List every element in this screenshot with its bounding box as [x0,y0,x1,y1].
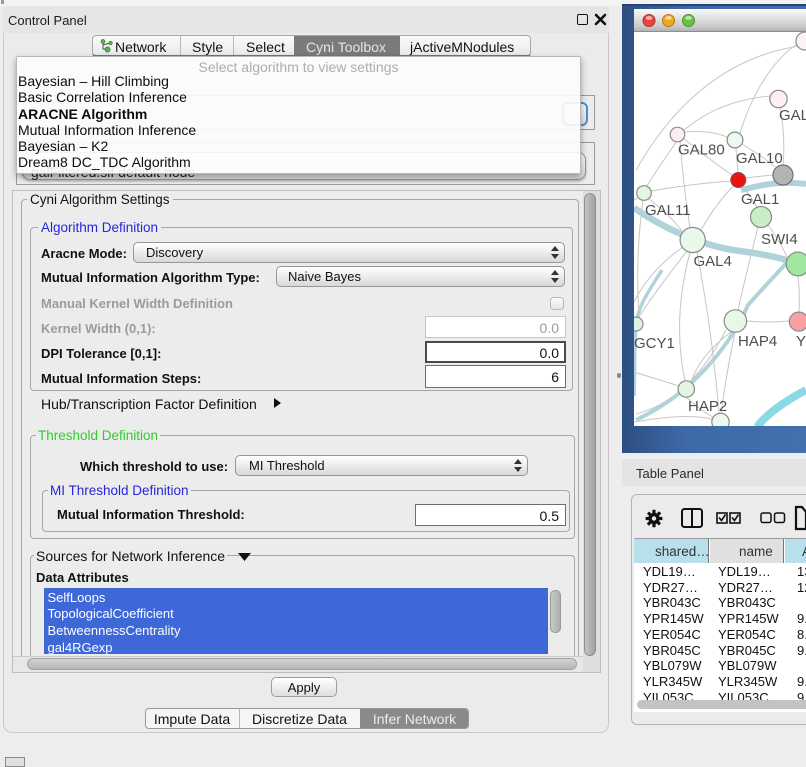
svg-text:HAP4: HAP4 [738,333,777,350]
svg-text:GAL1: GAL1 [741,191,779,208]
svg-text:Y: Y [796,333,806,350]
svg-text:GAL4: GAL4 [694,253,732,270]
svg-text:GCY1: GCY1 [634,335,675,352]
svg-text:GAL10: GAL10 [736,150,783,167]
svg-text:GAL2: GAL2 [779,107,806,124]
svg-text:GAL11: GAL11 [645,202,691,219]
svg-text:SWI4: SWI4 [761,231,798,248]
svg-text:GAL80: GAL80 [678,142,725,159]
svg-text:HAP2: HAP2 [688,398,727,415]
